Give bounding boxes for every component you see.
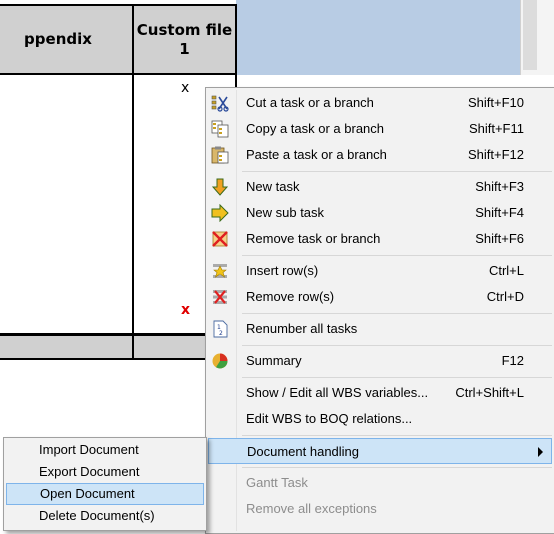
menu-item-label: Export Document	[39, 464, 140, 479]
menu-item-label: Remove all exceptions	[246, 501, 377, 516]
down-arrow-icon	[211, 178, 229, 196]
menu-separator	[242, 171, 552, 172]
menu-item-copy[interactable]: Copy a task or a branch Shift+F11	[208, 116, 552, 142]
menu-separator	[242, 377, 552, 378]
menu-item-label: Show / Edit all WBS variables...	[246, 385, 429, 400]
submenu-item-open-document[interactable]: Open Document	[6, 483, 204, 505]
menu-separator	[242, 313, 552, 314]
context-menu: Cut a task or a branch Shift+F10 Copy a …	[205, 87, 554, 534]
column-header-appendix[interactable]: ppendix	[0, 4, 134, 75]
submenu-item-delete-documents[interactable]: Delete Document(s)	[6, 505, 204, 527]
menu-item-label: Insert row(s)	[246, 263, 319, 278]
summary-icon	[212, 353, 228, 369]
menu-item-wbs-boq-relations[interactable]: Edit WBS to BOQ relations...	[208, 406, 552, 432]
copy-icon	[211, 120, 229, 138]
menu-item-label: Import Document	[39, 442, 139, 457]
submenu-item-import-document[interactable]: Import Document	[6, 439, 204, 461]
menu-item-label: Copy a task or a branch	[246, 121, 385, 136]
menu-separator	[242, 467, 552, 468]
submenu-item-export-document[interactable]: Export Document	[6, 461, 204, 483]
menu-item-summary[interactable]: Summary F12	[208, 348, 552, 374]
menu-item-label: Delete Document(s)	[39, 508, 155, 523]
remove-icon	[212, 231, 228, 247]
column-header-custom-file-1[interactable]: Custom file 1	[132, 4, 237, 75]
menu-item-label: Edit WBS to BOQ relations...	[246, 411, 413, 426]
submenu-arrow-icon	[538, 447, 543, 457]
menu-item-document-handling[interactable]: Document handling	[208, 438, 552, 464]
menu-item-label: Summary	[246, 353, 302, 368]
menu-item-label: Document handling	[247, 444, 360, 459]
menu-item-shortcut: Shift+F10	[467, 95, 524, 110]
menu-separator	[242, 255, 552, 256]
insert-row-icon	[213, 264, 227, 278]
svg-text:2: 2	[219, 330, 223, 337]
menu-item-label: Gantt Task	[246, 475, 308, 490]
menu-item-shortcut: F12	[501, 353, 524, 368]
menu-item-label: Remove row(s)	[246, 289, 335, 304]
menu-item-shortcut: Shift+F4	[475, 205, 524, 220]
cut-icon	[211, 95, 229, 112]
menu-item-shortcut: Shift+F12	[467, 147, 524, 162]
menu-item-label: Renumber all tasks	[246, 321, 358, 336]
footer-cell	[0, 334, 134, 360]
menu-item-gantt-task: Gantt Task	[208, 470, 552, 496]
document-submenu: Import Document Export Document Open Doc…	[3, 437, 207, 531]
menu-item-cut[interactable]: Cut a task or a branch Shift+F10	[208, 90, 552, 116]
menu-item-label: Remove task or branch	[246, 231, 381, 246]
menu-item-shortcut: Shift+F3	[475, 179, 524, 194]
menu-item-label: Paste a task or a branch	[246, 147, 387, 162]
menu-item-new-sub-task[interactable]: New sub task Shift+F4	[208, 200, 552, 226]
blue-empty-area	[236, 0, 554, 75]
column-header-label: Custom file 1	[136, 20, 233, 58]
menu-item-paste[interactable]: Paste a task or a branch Shift+F12	[208, 142, 552, 168]
menu-item-insert-rows[interactable]: Insert row(s) Ctrl+L	[208, 258, 552, 284]
red-x-mark: x	[181, 302, 191, 318]
menu-item-label: New task	[246, 179, 300, 194]
menu-item-remove-rows[interactable]: Remove row(s) Ctrl+D	[208, 284, 552, 310]
menu-item-shortcut: Ctrl+D	[486, 289, 524, 304]
menu-item-shortcut: Shift+F6	[475, 231, 524, 246]
paste-icon	[211, 146, 229, 164]
renumber-icon: 1 2	[213, 320, 228, 338]
menu-separator	[242, 435, 552, 436]
table-cell[interactable]	[0, 75, 134, 335]
menu-item-wbs-variables[interactable]: Show / Edit all WBS variables... Ctrl+Sh…	[208, 380, 552, 406]
menu-item-new-task[interactable]: New task Shift+F3	[208, 174, 552, 200]
menu-item-renumber[interactable]: 1 2 Renumber all tasks	[208, 316, 552, 342]
menu-item-remove-exceptions: Remove all exceptions	[208, 496, 552, 522]
menu-separator	[242, 345, 552, 346]
scrollbar-thumb[interactable]	[523, 0, 537, 70]
column-header-label: ppendix	[24, 30, 92, 48]
menu-item-label: Cut a task or a branch	[246, 95, 374, 110]
menu-item-remove-task[interactable]: Remove task or branch Shift+F6	[208, 226, 552, 252]
remove-row-icon	[213, 290, 227, 304]
menu-item-shortcut: Ctrl+Shift+L	[455, 385, 524, 400]
menu-item-label: Open Document	[40, 486, 135, 501]
menu-item-shortcut: Shift+F11	[468, 121, 524, 136]
right-arrow-icon	[211, 204, 229, 222]
cell-value: x	[181, 80, 190, 96]
vertical-scrollbar[interactable]	[520, 0, 554, 75]
menu-item-label: New sub task	[246, 205, 325, 220]
menu-item-shortcut: Ctrl+L	[488, 263, 524, 278]
